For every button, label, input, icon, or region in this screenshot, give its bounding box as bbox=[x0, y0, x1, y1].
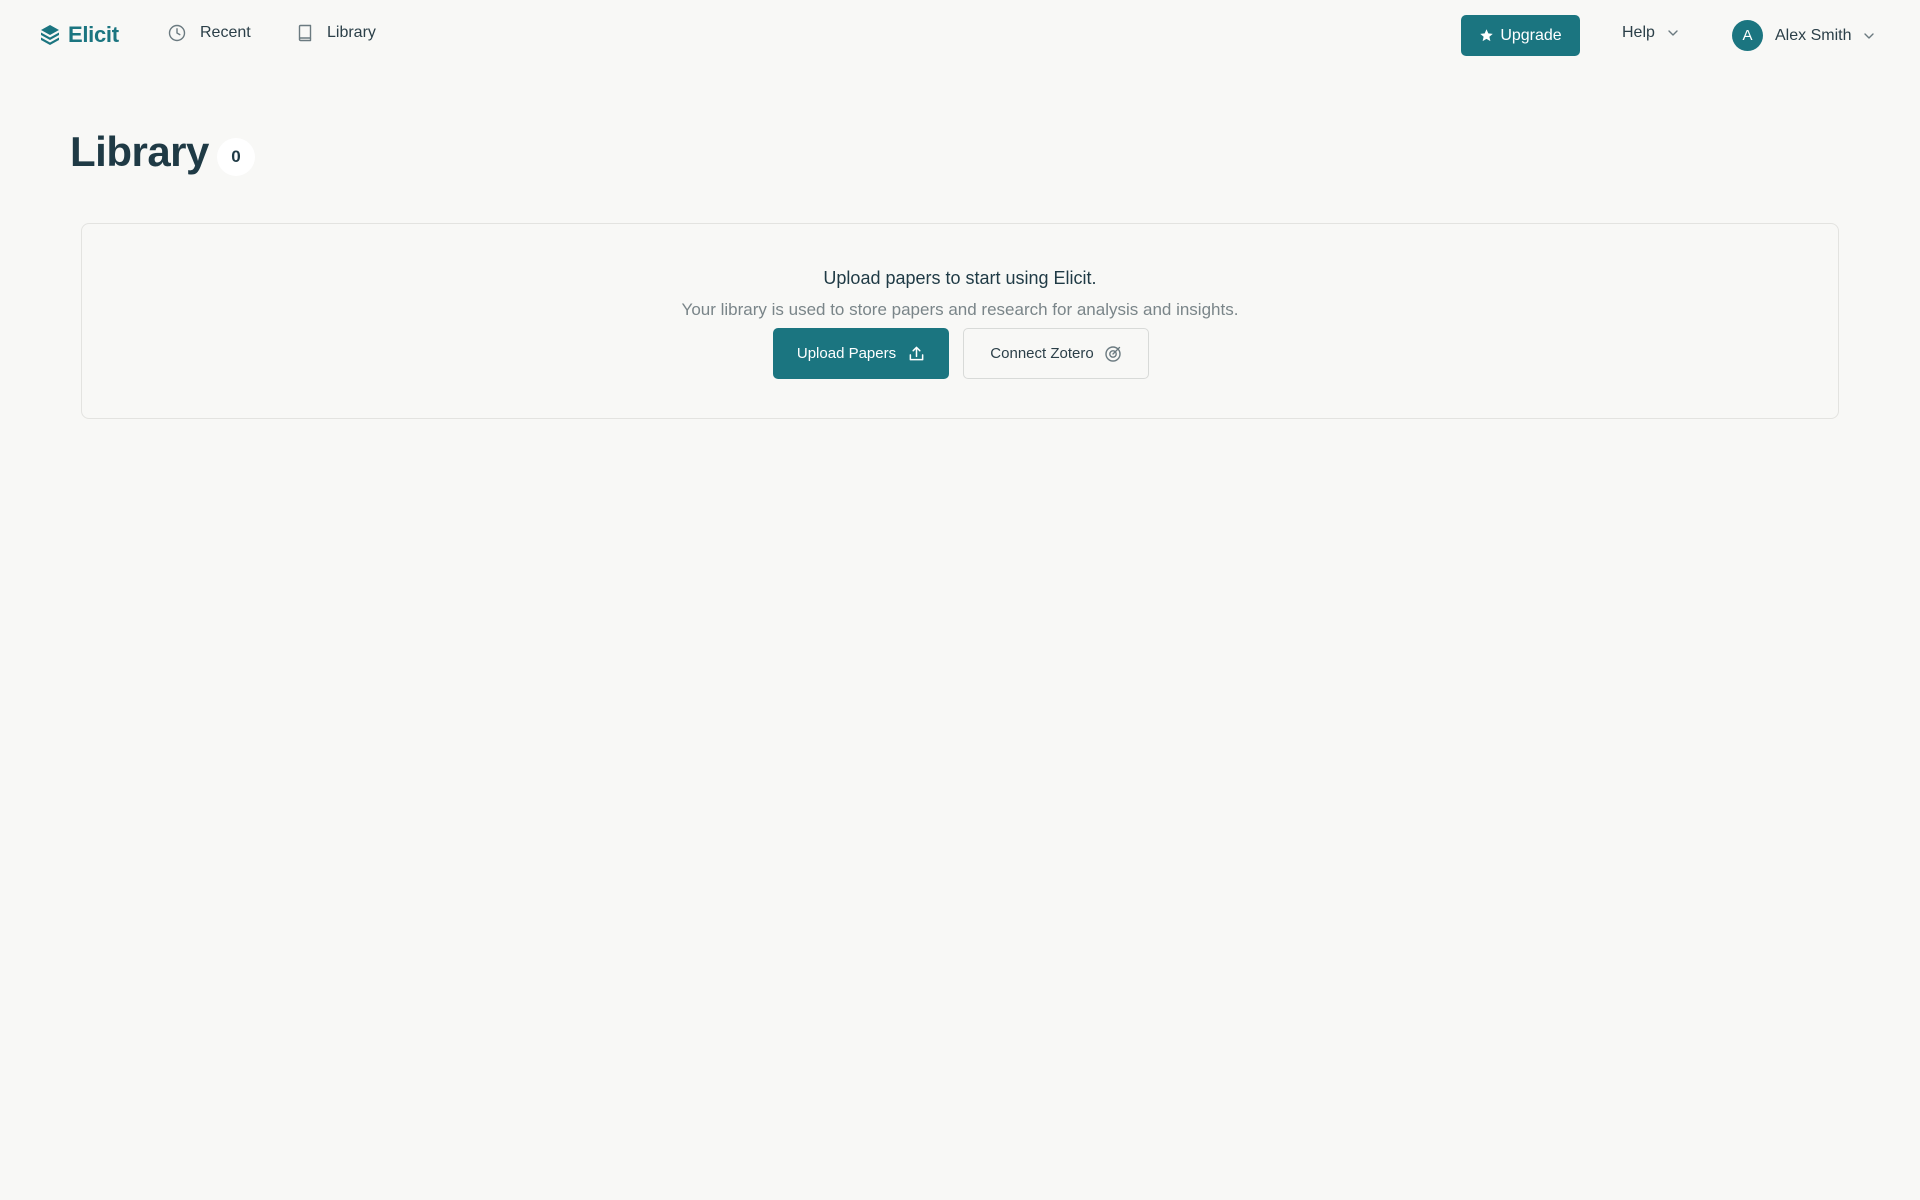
user-menu[interactable]: A Alex Smith bbox=[1732, 20, 1875, 51]
nav-library[interactable]: Library bbox=[297, 24, 376, 42]
zotero-icon bbox=[1104, 345, 1121, 362]
chevron-down-icon bbox=[1864, 32, 1875, 39]
avatar: A bbox=[1732, 20, 1763, 51]
upgrade-button[interactable]: Upgrade bbox=[1461, 15, 1580, 56]
library-count-badge: 0 bbox=[217, 138, 255, 176]
elicit-logo-icon bbox=[41, 25, 59, 45]
star-icon bbox=[1480, 29, 1494, 42]
user-name: Alex Smith bbox=[1775, 26, 1852, 44]
nav-recent-label: Recent bbox=[200, 24, 251, 41]
upload-papers-label: Upload Papers bbox=[796, 345, 897, 362]
help-menu[interactable]: Help bbox=[1622, 24, 1679, 42]
library-count: 0 bbox=[231, 147, 241, 166]
nav-recent[interactable]: Recent bbox=[168, 24, 251, 42]
help-label: Help bbox=[1622, 24, 1655, 41]
upload-icon bbox=[909, 346, 924, 361]
clock-icon bbox=[168, 24, 186, 42]
avatar-initial: A bbox=[1742, 27, 1753, 44]
elicit-logo[interactable]: Elicit bbox=[40, 22, 119, 48]
top-navigation-bar: Elicit Recent Library Upgrade Help A Ale… bbox=[0, 0, 1920, 72]
book-icon bbox=[298, 24, 312, 42]
connect-zotero-label: Connect Zotero bbox=[990, 345, 1094, 362]
empty-state-card: Upload papers to start using Elicit. You… bbox=[81, 223, 1839, 419]
empty-state-subtitle: Your library is used to store papers and… bbox=[681, 300, 1239, 319]
upgrade-label: Upgrade bbox=[1500, 26, 1562, 44]
connect-zotero-button[interactable]: Connect Zotero bbox=[963, 328, 1149, 379]
app-name: Elicit bbox=[68, 22, 119, 47]
empty-state-title: Upload papers to start using Elicit. bbox=[823, 268, 1097, 288]
page-title: Library bbox=[70, 128, 209, 175]
upload-papers-button[interactable]: Upload Papers bbox=[773, 328, 949, 379]
chevron-down-icon bbox=[1668, 30, 1678, 36]
nav-library-label: Library bbox=[327, 24, 376, 41]
